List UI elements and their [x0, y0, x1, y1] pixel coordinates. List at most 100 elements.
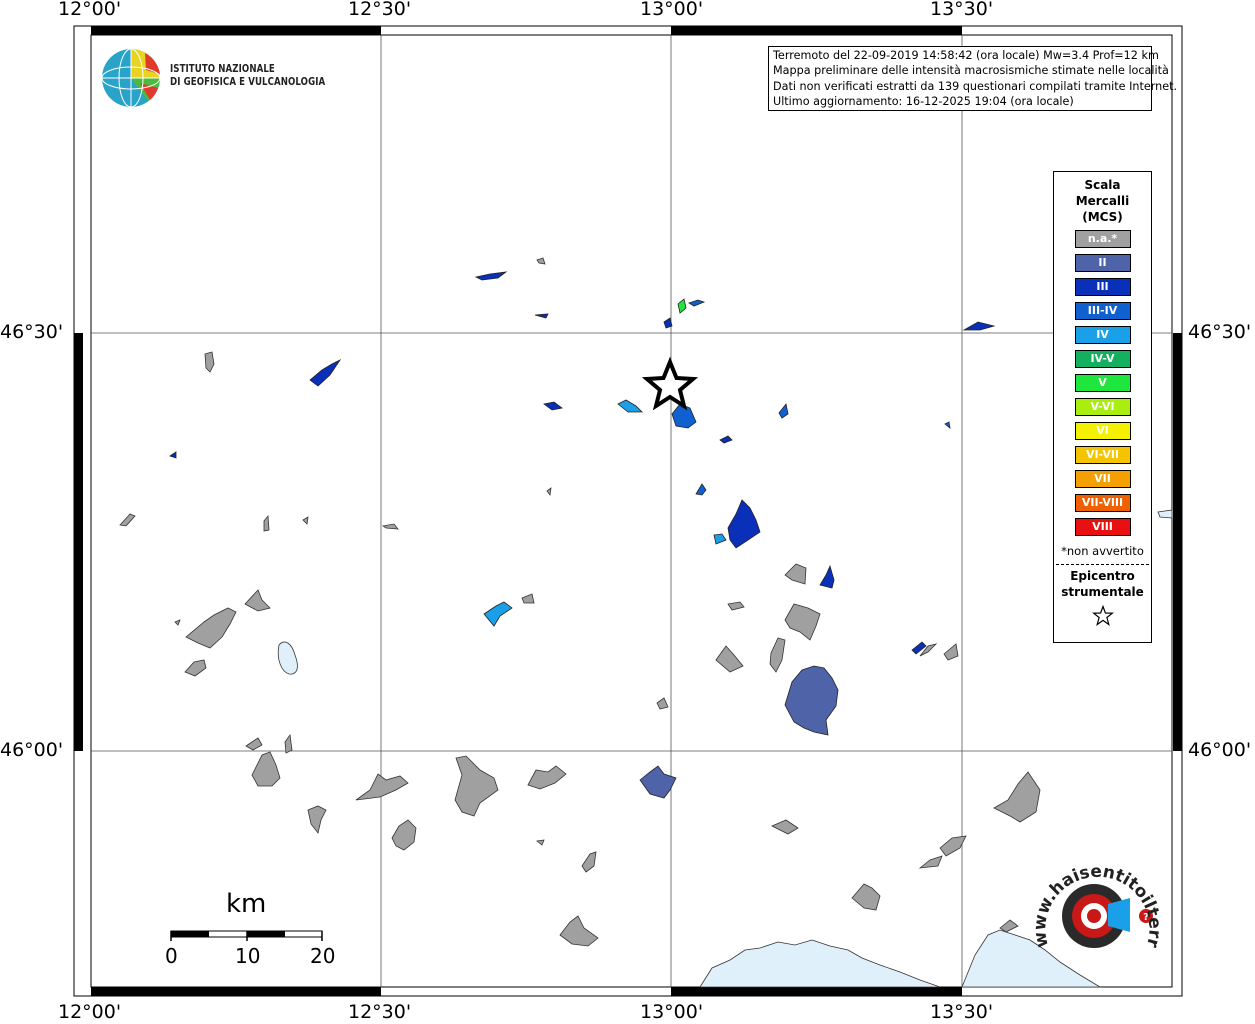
locality: [784, 603, 821, 641]
epicenter-star-icon: [641, 356, 699, 411]
locality: [204, 351, 215, 373]
lon-label-bottom-1200: 12°00': [58, 1001, 122, 1023]
locality: [943, 643, 959, 661]
ingv-globe-icon: [101, 48, 161, 108]
locality: [546, 487, 552, 497]
institute-name-line2: DI GEOFISICA E VULCANOLOGIA: [170, 76, 326, 88]
locality: [851, 883, 881, 911]
legend-star-container: [1054, 604, 1151, 631]
locality-iii: [543, 401, 563, 411]
locality-iv: [483, 601, 513, 627]
locality: [521, 593, 535, 604]
legend-swatch: III-IV: [1074, 302, 1131, 320]
locality-iv: [617, 399, 643, 413]
lon-label-top-1200: 12°00': [58, 0, 122, 20]
localities-not-felt: [119, 257, 1041, 947]
legend-divider: [1056, 564, 1149, 565]
locality-ii: [784, 665, 839, 736]
map-frame: [73, 25, 1183, 997]
locality-iii: [819, 564, 835, 589]
legend-star-icon: [1091, 604, 1114, 626]
locality: [185, 607, 237, 649]
scale-bar-unit: km: [226, 889, 267, 919]
scale-bar-label-0: 0: [165, 944, 178, 968]
institute-name: ISTITUTO NAZIONALE DI GEOFISICA E VULCAN…: [170, 63, 325, 89]
lake-east: [1157, 509, 1173, 519]
legend-note: *non avvertito: [1061, 544, 1144, 558]
event-info-box: Terremoto del 22-09-2019 14:58:42 (ora l…: [768, 46, 1178, 112]
locality: [527, 765, 567, 790]
intensity-legend: Scala Mercalli (MCS) n.a.* II III III-IV IV I…: [1053, 171, 1152, 643]
lat-label-right-4600: 46°00': [1188, 739, 1252, 761]
locality-iii: [719, 435, 733, 444]
legend-title-line2: Mercalli: [1075, 194, 1130, 208]
legend-title-line1: Scala: [1084, 178, 1121, 192]
legend-swatch: n.a.*: [1074, 230, 1131, 248]
legend-swatch: VIII: [1074, 518, 1131, 536]
legend-epicenter-line1: Epicentro: [1070, 569, 1135, 583]
locality: [184, 659, 207, 677]
legend-items: n.a.* II III III-IV IV IV-V V V-VI VI VI-VII VII VI…: [1054, 230, 1151, 536]
scale-bar-label-10: 10: [235, 944, 261, 968]
locality: [559, 915, 599, 947]
locality: [536, 257, 546, 265]
lon-label-bottom-1230: 12°30': [348, 1001, 412, 1023]
localities-felt: [169, 271, 996, 799]
locality: [999, 919, 1019, 933]
event-info-line2: Mappa preliminare delle intensità macros…: [773, 64, 1169, 78]
locality: [381, 523, 399, 530]
locality: [454, 755, 499, 817]
legend-swatch: VII: [1074, 470, 1131, 488]
event-info-line4: Ultimo aggiornamento: 16-12-2025 19:04 (…: [773, 94, 1074, 108]
lat-label-left-4600: 46°00': [0, 739, 64, 761]
locality-v: [677, 298, 687, 314]
locality: [244, 589, 271, 612]
scale-bar-label-20: 20: [310, 944, 336, 968]
legend-swatch: VII-VIII: [1074, 494, 1131, 512]
locality-iii-iv: [778, 403, 789, 419]
locality-iv: [713, 533, 727, 545]
locality: [307, 805, 327, 834]
lat-label-right-4630: 46°30': [1188, 321, 1252, 343]
locality: [769, 637, 786, 673]
locality: [784, 563, 807, 585]
locality-iii-iv: [944, 421, 951, 429]
lon-label-top-1230: 12°30': [348, 0, 412, 20]
locality: [355, 773, 409, 801]
locality-iii: [962, 321, 996, 331]
locality-iii: [309, 358, 342, 387]
lon-label-top-1300: 13°00': [640, 0, 704, 20]
legend-swatch: VI-VII: [1074, 446, 1131, 464]
lat-label-left-4630: 46°30': [0, 321, 64, 343]
legend-swatch: IV-V: [1074, 350, 1131, 368]
event-info-line3: Dati non verificati estratti da 139 ques…: [773, 79, 1178, 93]
legend-swatch: IV: [1074, 326, 1131, 344]
locality-iii-iv: [695, 483, 707, 496]
locality: [251, 751, 281, 787]
scale-bar: [170, 930, 323, 941]
locality: [119, 513, 136, 527]
institute-name-line1: ISTITUTO NAZIONALE: [170, 63, 275, 75]
locality: [656, 697, 669, 710]
legend-epicenter-line2: strumentale: [1061, 585, 1144, 599]
legend-swatch: VI: [1074, 422, 1131, 440]
locality: [245, 737, 263, 751]
locality: [727, 601, 745, 611]
locality: [993, 771, 1041, 823]
locality-iii: [727, 499, 761, 549]
legend-title-line3: (MCS): [1082, 210, 1123, 224]
legend-swatch: III: [1074, 278, 1131, 296]
lon-label-bottom-1300: 13°00': [640, 1001, 704, 1023]
graticule: [91, 35, 1172, 987]
locality: [391, 819, 417, 851]
locality: [581, 851, 597, 873]
locality: [302, 516, 309, 525]
locality: [536, 839, 545, 846]
lon-label-top-1330: 13°30': [930, 0, 994, 20]
locality-iii-iv: [688, 299, 706, 307]
locality-iii: [474, 271, 508, 281]
locality: [263, 514, 270, 532]
lake: [277, 641, 298, 675]
legend-swatch: V-VI: [1074, 398, 1131, 416]
locality-iii: [169, 451, 177, 459]
